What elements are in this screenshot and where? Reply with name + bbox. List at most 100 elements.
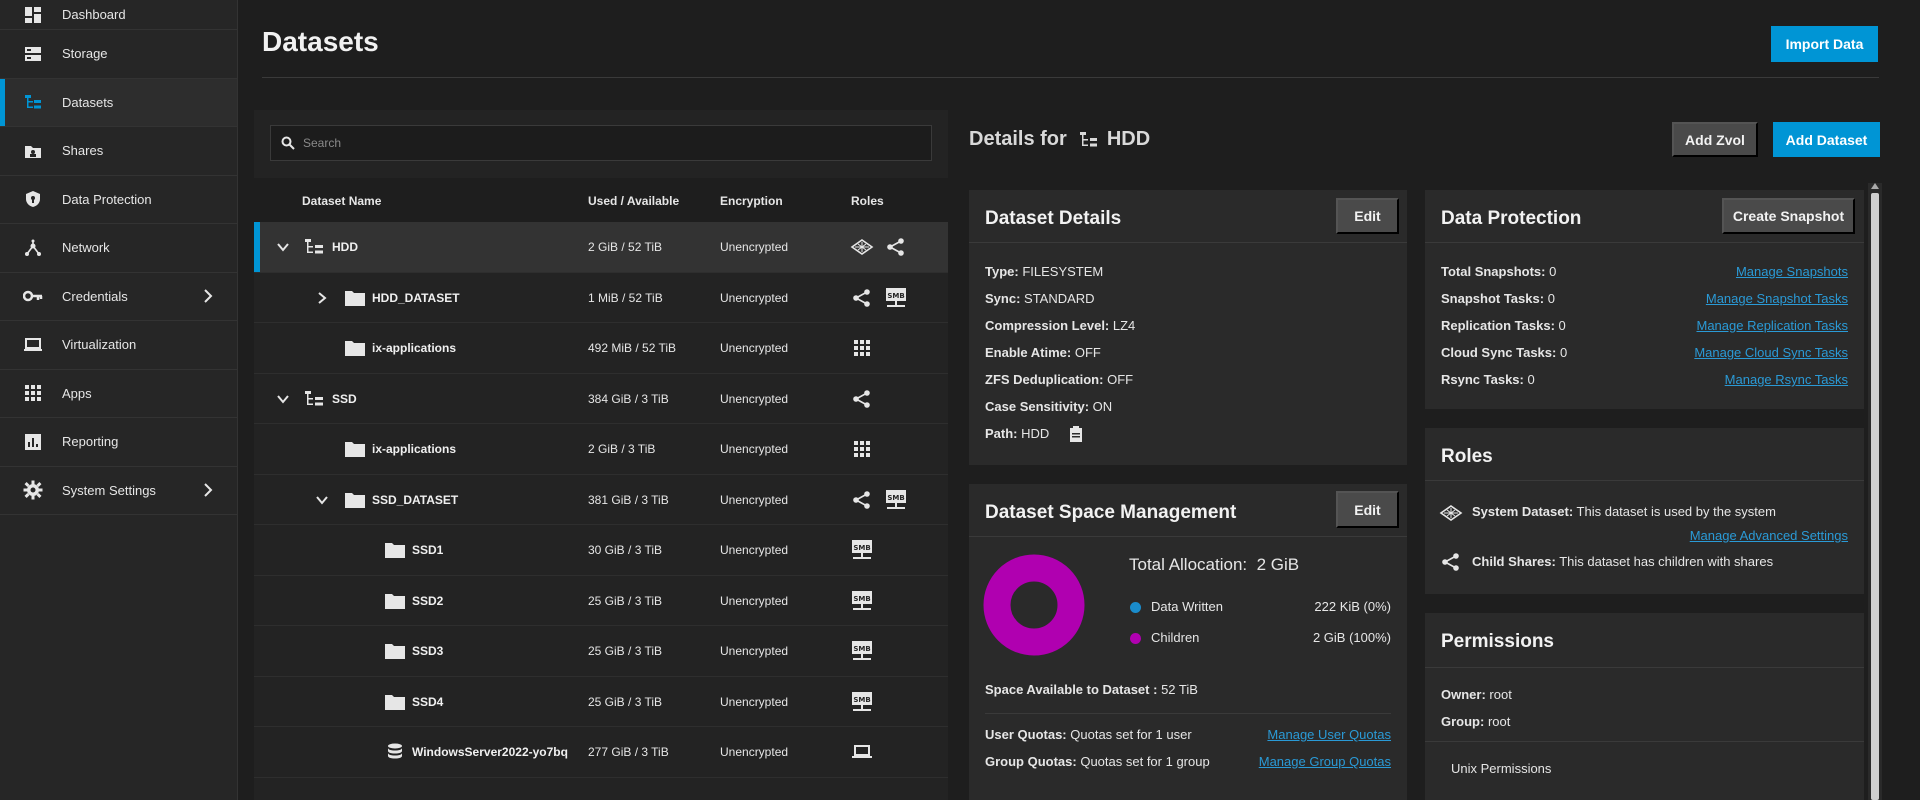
legend-value-data-written: 222 KiB (0%)	[1314, 599, 1391, 614]
edit-details-button[interactable]: Edit	[1336, 198, 1399, 234]
dataset-roles	[850, 336, 874, 360]
sidebar-item-virtualization[interactable]: Virtualization	[0, 321, 237, 370]
manage-group-quotas-link[interactable]: Manage Group Quotas	[1259, 754, 1391, 769]
table-row[interactable]: HDD_DATASET 1 MiB / 52 TiB Unencrypted S…	[254, 272, 948, 323]
detail-sync: Sync: STANDARD	[985, 291, 1095, 306]
dataset-encryption: Unencrypted	[720, 341, 789, 355]
table-row[interactable]: HDD 2 GiB / 52 TiB Unencrypted	[254, 222, 948, 273]
svg-text:SMB: SMB	[853, 645, 870, 653]
manage-snapshots-link[interactable]: Manage Snapshots	[1736, 264, 1848, 279]
create-snapshot-button[interactable]: Create Snapshot	[1722, 198, 1855, 234]
table-row[interactable]: SSD3 25 GiB / 3 TiB Unencrypted SMB	[254, 626, 948, 677]
table-row[interactable]: ix-applications 2 GiB / 3 TiB Unencrypte…	[254, 424, 948, 475]
table-row[interactable]: SSD4 25 GiB / 3 TiB Unencrypted SMB	[254, 676, 948, 727]
chevron-down-icon[interactable]	[276, 392, 290, 406]
import-data-button[interactable]: Import Data	[1771, 26, 1878, 62]
reporting-icon	[22, 431, 44, 453]
sidebar-item-label: Credentials	[62, 288, 128, 304]
rsync-tasks: Rsync Tasks: 0	[1441, 372, 1535, 387]
total-snapshots: Total Snapshots: 0	[1441, 264, 1557, 279]
sidebar-item-dashboard[interactable]: Dashboard	[0, 0, 237, 30]
apps-grid-icon	[850, 336, 874, 360]
chevron-down-icon[interactable]	[276, 240, 290, 254]
scroll-up-arrow-icon[interactable]	[1871, 183, 1879, 189]
dataset-encryption: Unencrypted	[720, 391, 789, 406]
dataset-roles	[850, 740, 874, 764]
sidebar-item-network[interactable]: Network	[0, 224, 237, 273]
dataset-roles: SMB	[850, 589, 874, 613]
system-dataset-role: System Dataset: This dataset is used by …	[1472, 504, 1776, 519]
dataset-roles: SMB	[850, 538, 874, 562]
dataset-roles: SMB	[850, 488, 908, 512]
manage-cloud-sync-tasks-link[interactable]: Manage Cloud Sync Tasks	[1694, 345, 1848, 360]
sidebar-item-shares[interactable]: Shares	[0, 127, 237, 176]
dataset-roles: SMB	[850, 639, 874, 663]
detail-compression: Compression Level: LZ4	[985, 318, 1136, 333]
snapshot-tasks: Snapshot Tasks: 0	[1441, 291, 1555, 306]
smb-share-icon: SMB	[850, 639, 874, 663]
sidebar-item-data-protection[interactable]: Data Protection	[0, 176, 237, 224]
search-box[interactable]	[270, 125, 932, 161]
dataset-used: 1 MiB / 52 TiB	[588, 290, 663, 305]
svg-text:SMB: SMB	[853, 595, 870, 603]
chevron-right-icon[interactable]	[315, 291, 329, 305]
child-shares-role: Child Shares: This dataset has children …	[1472, 554, 1774, 569]
details-scrollbar[interactable]	[1868, 183, 1882, 800]
card-divider	[1425, 480, 1864, 481]
card-divider	[969, 242, 1407, 243]
sidebar-item-credentials[interactable]: Credentials	[0, 273, 237, 321]
manage-replication-tasks-link[interactable]: Manage Replication Tasks	[1696, 318, 1848, 333]
dataset-encryption: Unencrypted	[720, 240, 789, 254]
sidebar-item-system-settings[interactable]: System Settings	[0, 467, 237, 515]
dataset-used: 2 GiB / 52 TiB	[588, 240, 663, 254]
table-row[interactable]: SSD_DATASET 381 GiB / 3 TiB Unencrypted …	[254, 474, 948, 525]
table-row[interactable]: SSD2 25 GiB / 3 TiB Unencrypted SMB	[254, 575, 948, 626]
chevron-right-icon	[204, 289, 213, 303]
legend-value-children: 2 GiB (100%)	[1312, 630, 1391, 645]
dataset-encryption: Unencrypted	[720, 290, 789, 305]
sidebar-item-storage[interactable]: Storage	[0, 30, 237, 79]
gear-icon	[22, 479, 44, 501]
add-zvol-button[interactable]: Add Zvol	[1672, 122, 1758, 157]
sidebar-item-datasets[interactable]: Datasets	[0, 78, 237, 127]
page-title: Datasets	[262, 26, 379, 57]
datasets-icon	[22, 91, 44, 113]
sidebar-item-label: Reporting	[62, 434, 119, 450]
add-dataset-button[interactable]: Add Dataset	[1773, 122, 1880, 157]
edit-space-button[interactable]: Edit	[1336, 491, 1399, 528]
table-row[interactable]: SSD1 30 GiB / 3 TiB Unencrypted SMB	[254, 525, 948, 576]
smb-share-icon: SMB	[850, 538, 874, 562]
sidebar-item-apps[interactable]: Apps	[0, 370, 237, 418]
smb-share-icon: SMB	[884, 286, 908, 310]
group-quotas: Group Quotas: Quotas set for 1 group	[985, 754, 1210, 769]
dataset-tree-panel: Dataset Name Used / Available Encryption…	[254, 110, 948, 800]
total-allocation: Total Allocation: 2 GiB	[1129, 555, 1300, 574]
dataset-roles	[850, 437, 874, 461]
manage-user-quotas-link[interactable]: Manage User Quotas	[1267, 727, 1391, 742]
laptop-icon	[850, 740, 874, 764]
table-row[interactable]: WindowsServer2022-yo7bq 277 GiB / 3 TiB …	[254, 727, 948, 778]
folder-icon	[385, 593, 405, 609]
manage-advanced-settings-link[interactable]: Manage Advanced Settings	[1690, 528, 1848, 543]
manage-snapshot-tasks-link[interactable]: Manage Snapshot Tasks	[1706, 291, 1848, 306]
dataset-name: SSD1	[412, 543, 444, 557]
scrollbar-thumb[interactable]	[1871, 193, 1879, 800]
detail-atime: Enable Atime: OFF	[985, 345, 1101, 360]
table-row[interactable]: SSD 384 GiB / 3 TiB Unencrypted	[254, 373, 948, 424]
sidebar-item-label: System Settings	[62, 482, 156, 498]
dataset-name: WindowsServer2022-yo7bq	[412, 745, 568, 759]
copy-clipboard-icon[interactable]	[1069, 426, 1083, 442]
storage-icon	[22, 43, 44, 65]
chevron-down-icon[interactable]	[315, 493, 329, 507]
detail-type: Type: FILESYSTEM	[985, 264, 1104, 279]
search-input[interactable]	[303, 136, 903, 150]
card-title: Dataset Details	[985, 208, 1122, 229]
sidebar-item-reporting[interactable]: Reporting	[0, 418, 237, 467]
dataset-used: 2 GiB / 3 TiB	[588, 442, 656, 456]
table-row[interactable]: ix-applications 492 MiB / 52 TiB Unencry…	[254, 323, 948, 374]
sidebar-item-label: Network	[62, 240, 110, 256]
manage-rsync-tasks-link[interactable]: Manage Rsync Tasks	[1725, 372, 1848, 387]
dataset-used: 30 GiB / 3 TiB	[588, 543, 663, 557]
dataset-name: HDD	[332, 240, 358, 254]
dataset-name: ix-applications	[372, 442, 457, 456]
